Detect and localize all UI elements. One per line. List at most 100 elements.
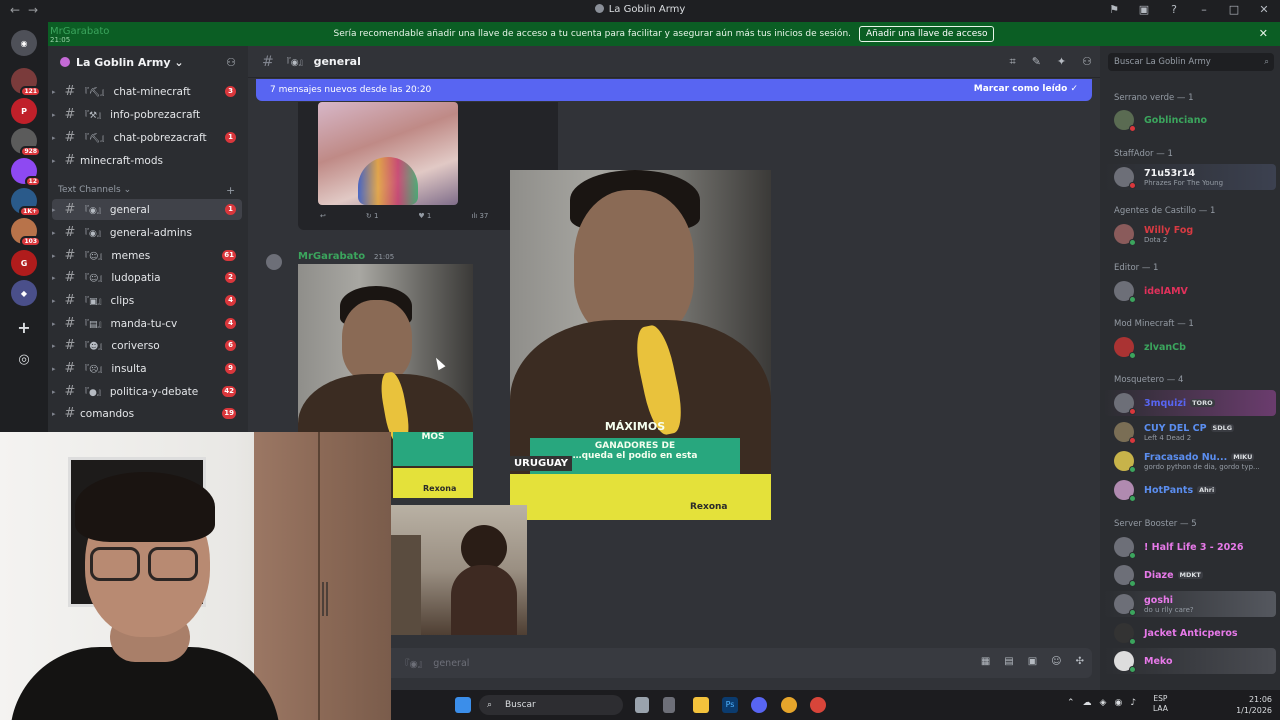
gift-icon[interactable]: ▦ [981, 656, 990, 667]
add-channel-icon[interactable]: + [226, 184, 235, 197]
threads-icon[interactable]: ⌗ [1009, 55, 1015, 69]
reply-icon[interactable]: ↩ [320, 212, 326, 220]
server-item[interactable]: ◆ [11, 280, 37, 306]
embed-image[interactable] [318, 102, 458, 205]
avatar[interactable] [266, 254, 282, 270]
status-online [1129, 580, 1136, 587]
server-item[interactable]: 928 [11, 128, 41, 157]
channel-item[interactable]: ▸ # 『☺』 memes 61 [52, 245, 242, 266]
server-item[interactable]: 12 [11, 158, 41, 187]
notice-close-icon[interactable]: ✕ [1259, 27, 1268, 40]
channel-item[interactable]: ▸ # 『☻』 coriverso 6 [52, 335, 242, 356]
clock[interactable]: 21:06 1/1/2026 [1236, 694, 1272, 716]
start-icon[interactable] [455, 697, 471, 713]
video-preview[interactable]: MÁXIMOS GANADORES DE …queda el podio en e… [510, 170, 771, 520]
server-item[interactable]: ◉ [11, 30, 37, 56]
maximize-button[interactable]: □ [1226, 3, 1242, 16]
gif-icon[interactable]: ▤ [1004, 656, 1013, 667]
category-text-channels[interactable]: Text Channels ⌄ + [58, 184, 235, 197]
window-controls: ⚑ ▣ ? – □ ✕ [1106, 3, 1272, 16]
member-item[interactable]: Goblinciano [1104, 107, 1276, 133]
add-passkey-button[interactable]: Añadir una llave de acceso [859, 26, 995, 42]
sticker-icon[interactable]: ▣ [1028, 656, 1037, 667]
discord-icon[interactable] [751, 697, 767, 713]
server-search[interactable]: Buscar La Goblin Army ⌕ [1108, 53, 1274, 71]
network-icon[interactable]: ◉ [1114, 698, 1122, 708]
mic-icon[interactable]: ♪ [1130, 698, 1136, 708]
webcam-cabinet-handle [326, 582, 328, 616]
member-item[interactable]: HotPants Ahri [1104, 477, 1276, 503]
task-view-icon[interactable] [635, 697, 649, 713]
member-item[interactable]: 71u53r14 Phrazes For The Young [1104, 164, 1276, 190]
channel-item[interactable]: ▸ # 『⛏』 chat-minecraft 3 [52, 81, 242, 102]
screen-icon[interactable]: ▣ [1136, 3, 1152, 16]
member-item[interactable]: Fracasado Nu... MIKU gordo python de dia, … [1104, 448, 1276, 474]
member-item[interactable]: zlvanCb [1104, 334, 1276, 360]
server-item[interactable]: P [11, 98, 37, 124]
input-language[interactable]: ESP LAA [1153, 694, 1168, 714]
channel-item[interactable]: ▸ # 『▣』 clips 4 [52, 290, 242, 311]
server-item[interactable]: 1K+ [11, 188, 41, 217]
hash-icon: # [64, 293, 76, 308]
explore-icon[interactable]: ◎ [11, 346, 37, 372]
channel-item-general[interactable]: ▸ # 『◉』 general 1 [52, 199, 242, 220]
member-item[interactable]: idelAMV [1104, 278, 1276, 304]
member-item[interactable]: 3mquizi TORO [1104, 390, 1276, 416]
mention-count: 42 [222, 386, 236, 397]
channel-item[interactable]: ▸ # 『▤』 manda-tu-cv 4 [52, 313, 242, 334]
server-item[interactable]: G [11, 250, 37, 276]
member-item[interactable]: Diaze MDKT [1104, 562, 1276, 588]
chevron-up-icon[interactable]: ⌃ [1067, 698, 1075, 708]
channel-item[interactable]: ▸ # 『☹』 insulta 9 [52, 358, 242, 379]
member-item[interactable]: Willy Fog Dota 2 [1104, 221, 1276, 247]
close-button[interactable]: ✕ [1256, 3, 1272, 16]
search-icon: ⌕ [487, 700, 493, 710]
member-item[interactable]: CUY DEL CP SDLG Left 4 Dead 2 [1104, 419, 1276, 445]
members-icon[interactable]: ⚇ [1082, 55, 1092, 69]
glasses-lens [148, 547, 198, 581]
help-icon[interactable]: ? [1166, 3, 1182, 16]
channel-item[interactable]: ▸ # 『◉』 general-admins [52, 222, 242, 243]
member-item[interactable]: ! Half Life 3 - 2026 [1104, 534, 1276, 560]
cloud-icon[interactable]: ☁ [1083, 698, 1092, 708]
shield-icon[interactable]: ◈ [1100, 698, 1107, 708]
channel-item[interactable]: ▸ # 『⛏』 chat-pobrezacraft 1 [52, 127, 242, 148]
image-attachment[interactable] [391, 505, 527, 635]
message-author[interactable]: MrGarabato [298, 251, 365, 262]
mute-icon[interactable]: ✎ [1032, 55, 1041, 69]
taskbar-search[interactable]: ⌕ Buscar [479, 695, 623, 715]
apps-icon[interactable]: ✣ [1076, 656, 1084, 667]
app-icon[interactable] [663, 697, 675, 713]
minimize-button[interactable]: – [1196, 3, 1212, 16]
channel-item[interactable]: ▸ # minecraft-mods [52, 150, 242, 171]
server-item[interactable]: 103 [11, 218, 41, 247]
flag-icon[interactable]: ⚑ [1106, 3, 1122, 16]
like-count[interactable]: ♥ 1 [418, 212, 431, 220]
invite-icon[interactable]: ⚇ [226, 56, 236, 69]
views-count[interactable]: ılı 37 [471, 212, 488, 220]
message-input[interactable]: 『◉』 general ▦ ▤ ▣ ☺ ✣ [380, 648, 1092, 678]
emoji-icon[interactable]: ☺ [1051, 656, 1061, 667]
mention-count: 61 [222, 250, 236, 261]
pin-icon[interactable]: ✦ [1057, 55, 1066, 69]
new-messages-bar[interactable]: 7 mensajes nuevos desde las 20:20 Marcar… [256, 79, 1092, 101]
retweet-count[interactable]: ↻ 1 [366, 212, 379, 220]
member-item[interactable]: goshi do u rlly care? [1104, 591, 1276, 617]
guild-header[interactable]: La Goblin Army ⌄ ⚇ [48, 46, 248, 78]
app-icon[interactable] [810, 697, 826, 713]
server-item[interactable]: 121 [11, 68, 41, 97]
photoshop-icon[interactable]: Ps [722, 697, 738, 713]
hash-icon: # [64, 338, 76, 353]
mention-count: 2 [225, 272, 236, 283]
add-server-icon[interactable]: + [11, 314, 37, 340]
channel-item[interactable]: ▸ # 『⚒』 info-pobrezacraft [52, 104, 242, 125]
chrome-icon[interactable] [781, 697, 797, 713]
channel-item[interactable]: ▸ # comandos 19 [52, 403, 242, 424]
file-explorer-icon[interactable] [693, 697, 709, 713]
channel-item[interactable]: ▸ # 『☺』 ludopatia 2 [52, 267, 242, 288]
mark-as-read-button[interactable]: Marcar como leído ✓ [974, 84, 1078, 94]
member-item[interactable]: Meko [1104, 648, 1276, 674]
hash-icon: # [64, 107, 76, 122]
channel-item[interactable]: ▸ # 『●』 politica-y-debate 42 [52, 381, 242, 402]
member-item[interactable]: Jacket Anticperos [1104, 620, 1276, 646]
